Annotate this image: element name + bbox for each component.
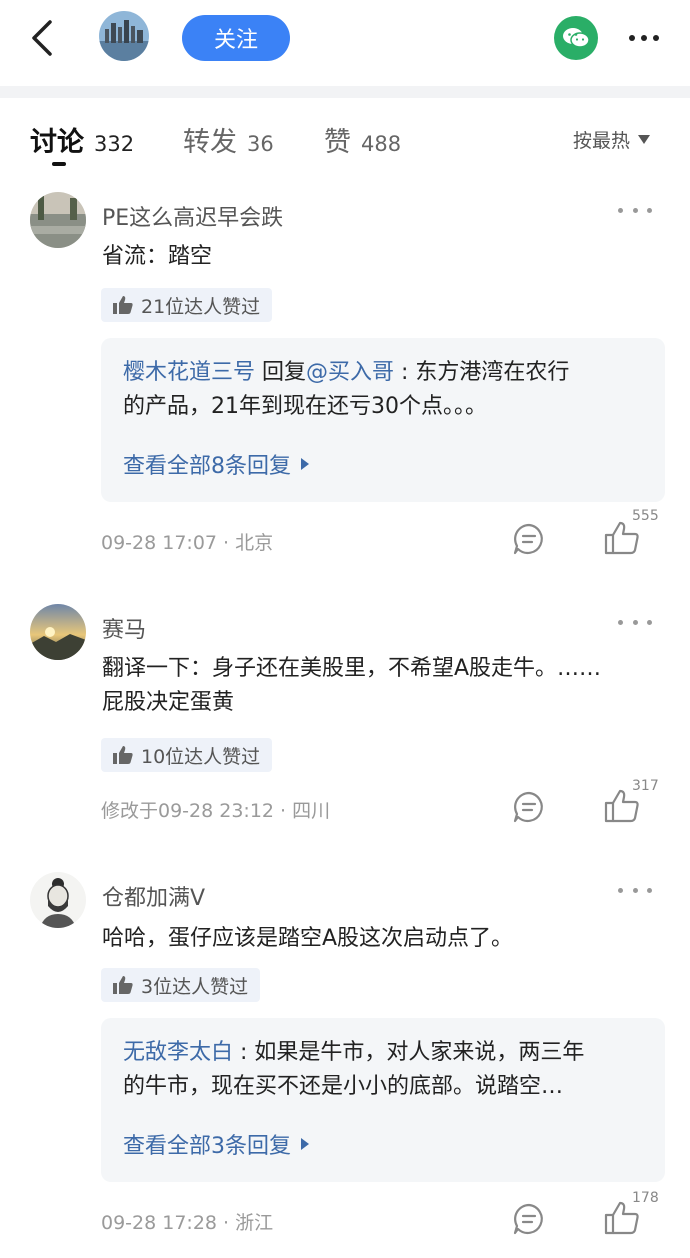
more-options-icon[interactable] bbox=[618, 200, 652, 220]
back-icon[interactable] bbox=[26, 16, 60, 60]
comment-author[interactable]: 赛马 bbox=[102, 612, 146, 644]
avatar[interactable] bbox=[30, 604, 86, 660]
view-all-label: 查看全部8条回复 bbox=[123, 454, 291, 479]
comment-icon[interactable] bbox=[512, 790, 546, 824]
reply-author[interactable]: 无敌李太白 bbox=[123, 1040, 233, 1065]
more-options-icon[interactable] bbox=[622, 22, 666, 54]
thumbs-up-icon bbox=[113, 296, 133, 314]
view-all-replies-link[interactable]: 查看全部8条回复 bbox=[123, 448, 309, 480]
sort-dropdown[interactable]: 按最热 bbox=[573, 126, 651, 153]
tab-label: 赞 bbox=[324, 127, 351, 158]
comment-author[interactable]: 仓都加满V bbox=[102, 880, 205, 912]
tab-likes[interactable]: 赞 488 bbox=[324, 120, 401, 159]
like-count: 555 bbox=[632, 508, 659, 524]
tab-count: 332 bbox=[94, 132, 135, 156]
comment-text-line: 屁股决定蛋黄 bbox=[102, 690, 235, 715]
reply-preview[interactable]: 无敌李太白 : 如果是牛市，对人家来说，两三年 的牛市，现在买不还是小小的底部。… bbox=[101, 1018, 665, 1182]
more-options-icon[interactable] bbox=[618, 612, 652, 632]
divider bbox=[0, 86, 690, 98]
triangle-right-icon bbox=[301, 1138, 309, 1150]
comment-meta: 09-28 17:07 · 北京 bbox=[101, 532, 274, 554]
wechat-share-icon[interactable] bbox=[554, 16, 598, 60]
view-all-replies-link[interactable]: 查看全部3条回复 bbox=[123, 1128, 309, 1160]
reply-mention[interactable]: @买入哥 bbox=[306, 360, 394, 385]
reply-word: 回复 bbox=[255, 360, 307, 385]
caret-down-icon bbox=[638, 135, 651, 144]
comment-meta: 09-28 17:28 · 浙江 bbox=[101, 1212, 274, 1234]
tab-label: 转发 bbox=[183, 127, 237, 158]
comment-icon[interactable] bbox=[512, 1202, 546, 1236]
comment-text: 省流：踏空 bbox=[102, 244, 213, 269]
sort-label: 按最热 bbox=[573, 130, 631, 152]
expert-likes-badge: 3位达人赞过 bbox=[101, 968, 261, 1002]
tab-count: 36 bbox=[247, 132, 274, 156]
comment-text: 翻译一下：身子还在美股里，不希望A股走牛。…… 屁股决定蛋黄 bbox=[102, 652, 662, 720]
like-count: 178 bbox=[632, 1190, 659, 1206]
active-tab-indicator bbox=[52, 162, 66, 166]
reply-text-line: 无敌李太白 : 如果是牛市，对人家来说，两三年 bbox=[123, 1036, 643, 1070]
comment-meta: 修改于09-28 23:12 · 四川 bbox=[101, 800, 331, 822]
comment-text-line: 翻译一下：身子还在美股里，不希望A股走牛。…… bbox=[102, 656, 602, 681]
badge-text: 21位达人赞过 bbox=[141, 295, 261, 318]
reply-preview[interactable]: 樱木花道三号 回复@买入哥 : 东方港湾在农行 的产品，21年到现在还亏30个点… bbox=[101, 338, 665, 502]
comment-item: 仓都加满V 哈哈，蛋仔应该是踏空A股这次启动点了。 3位达人赞过 无敌李太白 :… bbox=[0, 872, 690, 1252]
comment-item: 赛马 翻译一下：身子还在美股里，不希望A股走牛。…… 屁股决定蛋黄 10位达人赞… bbox=[0, 604, 690, 834]
badge-text: 10位达人赞过 bbox=[141, 745, 261, 768]
tab-count: 488 bbox=[361, 132, 402, 156]
reply-text: : 如果是牛市，对人家来说，两三年 bbox=[233, 1040, 585, 1065]
tab-label: 讨论 bbox=[30, 127, 84, 158]
like-icon[interactable] bbox=[604, 520, 640, 556]
tab-reposts[interactable]: 转发 36 bbox=[183, 120, 274, 159]
expert-likes-badge: 21位达人赞过 bbox=[101, 288, 273, 322]
top-bar: 关注 bbox=[0, 0, 690, 86]
comment-icon[interactable] bbox=[512, 522, 546, 556]
comment-item: PE这么高迟早会跌 省流：踏空 21位达人赞过 樱木花道三号 回复@买入哥 : … bbox=[0, 192, 690, 562]
reply-text: : 东方港湾在农行 bbox=[394, 360, 570, 385]
avatar[interactable] bbox=[30, 192, 86, 248]
reply-text-line: 的牛市，现在买不还是小小的底部。说踏空… bbox=[123, 1074, 564, 1099]
thumbs-up-icon bbox=[113, 746, 133, 764]
more-options-icon[interactable] bbox=[618, 880, 652, 900]
follow-button[interactable]: 关注 bbox=[182, 15, 290, 61]
tab-discussion[interactable]: 讨论 332 bbox=[30, 120, 134, 159]
reply-text-line: 樱木花道三号 回复@买入哥 : 东方港湾在农行 bbox=[123, 356, 643, 390]
avatar[interactable] bbox=[99, 11, 149, 61]
comment-text: 哈哈，蛋仔应该是踏空A股这次启动点了。 bbox=[102, 926, 514, 951]
expert-likes-badge: 10位达人赞过 bbox=[101, 738, 273, 772]
avatar[interactable] bbox=[30, 872, 86, 928]
thumbs-up-icon bbox=[113, 976, 133, 994]
badge-text: 3位达人赞过 bbox=[141, 975, 249, 998]
comment-author[interactable]: PE这么高迟早会跌 bbox=[102, 200, 283, 232]
view-all-label: 查看全部3条回复 bbox=[123, 1134, 291, 1159]
reply-author[interactable]: 樱木花道三号 bbox=[123, 360, 255, 385]
like-count: 317 bbox=[632, 778, 659, 794]
tab-bar: 讨论 332 转发 36 赞 488 按最热 bbox=[0, 98, 690, 176]
reply-text-line: 的产品，21年到现在还亏30个点。。。 bbox=[123, 394, 487, 419]
triangle-right-icon bbox=[301, 458, 309, 470]
